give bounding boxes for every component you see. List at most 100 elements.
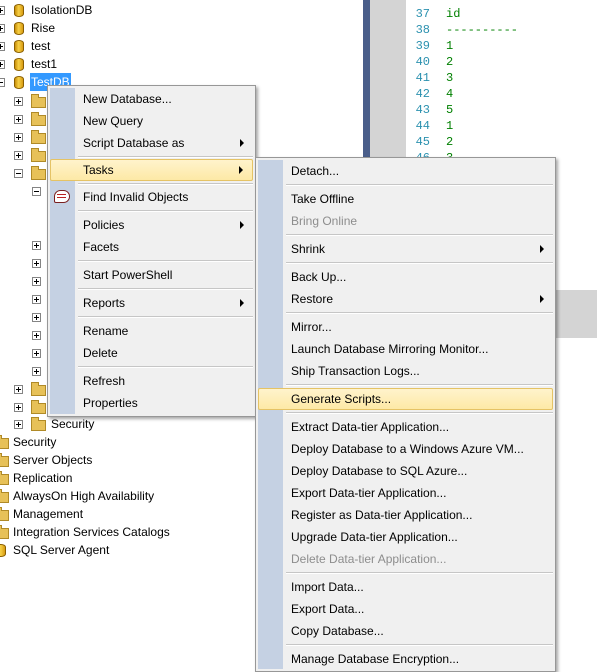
- expand-icon[interactable]: [14, 115, 23, 124]
- line-number: 44: [415, 119, 430, 133]
- tree-node-subfolder[interactable]: [0, 308, 50, 326]
- tree-node-sql-agent[interactable]: SQL Server Agent: [0, 541, 200, 559]
- menu-item-script-database-as[interactable]: Script Database as: [50, 132, 253, 154]
- expand-icon[interactable]: [32, 295, 41, 304]
- menu-item-refresh[interactable]: Refresh: [50, 370, 253, 392]
- expand-icon[interactable]: [32, 277, 41, 286]
- menu-item-import-data[interactable]: Import Data...: [258, 576, 553, 598]
- tree-node-alwayson[interactable]: AlwaysOn High Availability: [0, 487, 200, 505]
- tree-node-subfolder[interactable]: [0, 362, 50, 380]
- tree-node-folder[interactable]: [0, 398, 50, 416]
- line-number: 42: [415, 87, 430, 101]
- expand-icon[interactable]: [32, 367, 41, 376]
- tree-node-label: Security: [51, 417, 95, 431]
- menu-item-properties[interactable]: Properties: [50, 392, 253, 414]
- menu-item-rename[interactable]: Rename: [50, 320, 253, 342]
- menu-item-find-invalid-objects[interactable]: Find Invalid Objects: [50, 186, 253, 208]
- tree-node-subfolder[interactable]: [0, 182, 50, 200]
- tree-node-subfolder[interactable]: [0, 290, 50, 308]
- folder-icon: [31, 148, 46, 162]
- menu-item-label: Mirror...: [291, 320, 332, 334]
- menu-item-facets[interactable]: Facets: [50, 236, 253, 258]
- expand-icon[interactable]: [14, 420, 23, 429]
- expand-icon[interactable]: [32, 331, 41, 340]
- expand-icon[interactable]: [14, 151, 23, 160]
- tree-node-management[interactable]: Management: [0, 505, 200, 523]
- collapse-icon[interactable]: [0, 78, 5, 87]
- tree-node-database[interactable]: test1: [0, 55, 200, 73]
- menu-item-label: Tasks: [83, 163, 114, 177]
- tree-node-label: AlwaysOn High Availability: [13, 489, 155, 503]
- menu-item-upgrade-data-tier[interactable]: Upgrade Data-tier Application...: [258, 526, 553, 548]
- tree-node-subfolder[interactable]: [0, 272, 50, 290]
- menu-item-register-data-tier[interactable]: Register as Data-tier Application...: [258, 504, 553, 526]
- expand-icon[interactable]: [0, 24, 5, 33]
- menu-item-shrink[interactable]: Shrink: [258, 238, 553, 260]
- collapse-icon[interactable]: [14, 169, 23, 178]
- menu-item-export-data[interactable]: Export Data...: [258, 598, 553, 620]
- menu-item-delete[interactable]: Delete: [50, 342, 253, 364]
- tree-node-subfolder[interactable]: [0, 344, 50, 362]
- expand-icon[interactable]: [0, 60, 5, 69]
- expand-icon[interactable]: [0, 42, 5, 51]
- expand-icon[interactable]: [0, 6, 5, 15]
- menu-item-generate-scripts[interactable]: Generate Scripts...: [258, 388, 553, 410]
- menu-item-label: Start PowerShell: [83, 268, 173, 282]
- tree-node-folder[interactable]: [0, 380, 50, 398]
- tree-node-folder[interactable]: [0, 146, 50, 164]
- menu-item-copy-database[interactable]: Copy Database...: [258, 620, 553, 642]
- tree-node-server-objects[interactable]: Server Objects: [0, 451, 200, 469]
- menu-item-manage-encryption[interactable]: Manage Database Encryption...: [258, 648, 553, 670]
- expand-icon[interactable]: [14, 385, 23, 394]
- menu-separator: [78, 288, 253, 290]
- expand-icon[interactable]: [14, 403, 23, 412]
- submenu-arrow-icon: [240, 299, 244, 307]
- menu-item-label: Delete Data-tier Application...: [291, 552, 447, 566]
- collapse-icon[interactable]: [32, 187, 41, 196]
- menu-item-export-data-tier[interactable]: Export Data-tier Application...: [258, 482, 553, 504]
- menu-item-extract-data-tier[interactable]: Extract Data-tier Application...: [258, 416, 553, 438]
- menu-item-start-powershell[interactable]: Start PowerShell: [50, 264, 253, 286]
- menu-item-ship-transaction-logs[interactable]: Ship Transaction Logs...: [258, 360, 553, 382]
- expand-icon[interactable]: [32, 241, 41, 250]
- tree-node-database[interactable]: Rise: [0, 19, 200, 37]
- result-value: 3: [446, 71, 454, 85]
- tree-node-server-security[interactable]: Security: [0, 433, 200, 451]
- tree-node-database[interactable]: test: [0, 37, 200, 55]
- tree-node-folder[interactable]: [0, 92, 50, 110]
- tree-node-database[interactable]: IsolationDB: [0, 1, 200, 19]
- tree-node-replication[interactable]: Replication: [0, 469, 200, 487]
- menu-item-new-database[interactable]: New Database...: [50, 88, 253, 110]
- expand-icon[interactable]: [32, 313, 41, 322]
- expand-icon[interactable]: [32, 349, 41, 358]
- menu-item-take-offline[interactable]: Take Offline: [258, 188, 553, 210]
- menu-item-deploy-sql-azure[interactable]: Deploy Database to SQL Azure...: [258, 460, 553, 482]
- menu-item-mirror[interactable]: Mirror...: [258, 316, 553, 338]
- expand-icon[interactable]: [32, 259, 41, 268]
- tree-node-subfolder[interactable]: [0, 236, 50, 254]
- menu-item-reports[interactable]: Reports: [50, 292, 253, 314]
- menu-item-restore[interactable]: Restore: [258, 288, 553, 310]
- menu-item-back-up[interactable]: Back Up...: [258, 266, 553, 288]
- tree-node-integration-services[interactable]: Integration Services Catalogs: [0, 523, 200, 541]
- database-icon: [14, 4, 24, 17]
- menu-item-detach[interactable]: Detach...: [258, 160, 553, 182]
- menu-item-new-query[interactable]: New Query: [50, 110, 253, 132]
- menu-item-deploy-azure-vm[interactable]: Deploy Database to a Windows Azure VM...: [258, 438, 553, 460]
- tree-node-db-security[interactable]: Security: [0, 415, 130, 433]
- menu-separator: [78, 316, 253, 318]
- submenu-arrow-icon: [240, 221, 244, 229]
- menu-item-tasks[interactable]: Tasks: [50, 159, 253, 181]
- tree-node-folder[interactable]: [0, 110, 50, 128]
- menu-item-label: Export Data-tier Application...: [291, 486, 447, 500]
- menu-item-policies[interactable]: Policies: [50, 214, 253, 236]
- tree-node-folder[interactable]: [0, 164, 50, 182]
- menu-separator: [78, 260, 253, 262]
- tree-node-subfolder[interactable]: [0, 326, 50, 344]
- tree-node-folder[interactable]: [0, 128, 50, 146]
- expand-icon[interactable]: [14, 97, 23, 106]
- tree-node-subfolder[interactable]: [0, 254, 50, 272]
- folder-icon: [31, 166, 46, 180]
- menu-item-launch-mirroring-monitor[interactable]: Launch Database Mirroring Monitor...: [258, 338, 553, 360]
- expand-icon[interactable]: [14, 133, 23, 142]
